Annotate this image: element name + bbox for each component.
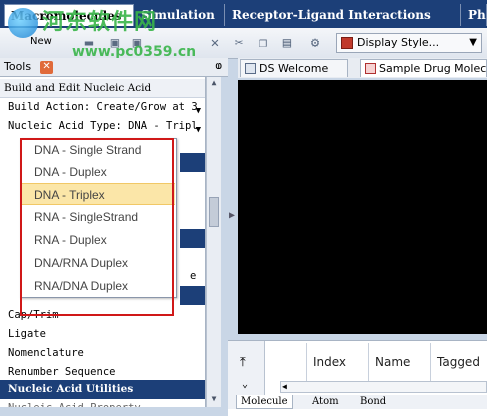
nucleic-acid-type-label: Nucleic Acid Type: DNA - Tripl: [8, 120, 198, 132]
collapse-top-icon[interactable]: ⤒: [240, 355, 246, 370]
tab-molecule[interactable]: Molecule: [236, 395, 293, 409]
display-style-button[interactable]: Display Style... ▼: [336, 33, 482, 53]
tools-tab-label: Tools: [4, 60, 32, 73]
chevron-down-icon[interactable]: ▼: [196, 121, 201, 140]
tab-bond[interactable]: Bond: [356, 395, 390, 409]
hidden-section-bar-3: [180, 286, 205, 305]
tab-ds-welcome-label: DS Welcome: [259, 62, 329, 75]
section-nucleic-acid-utilities[interactable]: Nucleic Acid Utilities: [0, 380, 205, 399]
table-controls: ⤒ ⌄: [228, 341, 265, 399]
hidden-section-bar-2: [180, 229, 205, 248]
tools-tab[interactable]: Tools ✕: [4, 59, 54, 75]
display-style-label: Display Style...: [357, 36, 440, 49]
option-rna-dna-duplex[interactable]: RNA/DNA Duplex: [22, 275, 175, 297]
new-button-label[interactable]: New: [30, 36, 52, 47]
data-table-panel: ⤒ ⌄ Index Name Tagged ◀ Molecule Atom Bo…: [228, 340, 487, 416]
table-hscrollbar[interactable]: ◀: [280, 381, 487, 393]
tools-panel-header: Tools ✕ ⱷ: [0, 58, 228, 77]
tab-sample-drug-molecule-label: Sample Drug Molecu: [379, 62, 487, 75]
tab-receptor-ligand[interactable]: Receptor-Ligand Interactions: [226, 4, 461, 26]
chevron-down-icon: ▼: [469, 37, 477, 48]
column-header-name[interactable]: Name: [368, 343, 430, 381]
paste-icon[interactable]: ▤: [278, 34, 296, 52]
option-dna-rna-duplex[interactable]: DNA/RNA Duplex: [22, 252, 175, 274]
option-dna-duplex[interactable]: DNA - Duplex: [22, 161, 175, 183]
partial-item: e: [190, 270, 197, 282]
build-action-row[interactable]: Build Action: Create/Grow at 3 ▼: [0, 98, 205, 117]
molecule-viewer[interactable]: [238, 80, 487, 334]
tool-item-partial[interactable]: Nucleic Acid Property: [0, 399, 205, 407]
tab-pharmacophores[interactable]: Pha: [462, 4, 487, 26]
collapse-panel-icon[interactable]: ▶: [229, 210, 235, 221]
settings-icon[interactable]: ⚙: [306, 34, 324, 52]
tool-item-nomenclature[interactable]: Nomenclature: [0, 344, 205, 363]
expand-down-icon[interactable]: ⌄: [242, 379, 248, 390]
tab-atom[interactable]: Atom: [308, 395, 343, 409]
cut-icon[interactable]: ✂: [230, 34, 248, 52]
pin-icon[interactable]: ⱷ: [215, 59, 222, 72]
hidden-section-bar-1: [180, 153, 205, 172]
watermark-logo: [8, 8, 38, 38]
tools-scrollbar[interactable]: ▲ ▼: [206, 77, 221, 407]
scroll-up-icon[interactable]: ▲: [208, 78, 220, 90]
tool-item-cap-trim[interactable]: Cap/Trim: [0, 306, 205, 325]
nucleic-acid-type-dropdown: DNA - Single Strand DNA - Duplex DNA - T…: [20, 138, 177, 298]
nucleic-acid-type-row[interactable]: Nucleic Acid Type: DNA - Tripl ▼: [0, 117, 205, 136]
welcome-icon: [245, 63, 256, 74]
tab-ds-welcome[interactable]: DS Welcome: [240, 59, 348, 77]
column-header-tagged[interactable]: Tagged: [430, 343, 487, 381]
copy-icon[interactable]: ❐: [254, 34, 272, 52]
delete-icon[interactable]: ✕: [206, 34, 224, 52]
option-dna-triplex[interactable]: DNA - Triplex: [22, 183, 175, 205]
tool-item-ligate[interactable]: Ligate: [0, 325, 205, 344]
option-rna-singlestrand[interactable]: RNA - SingleStrand: [22, 206, 175, 228]
column-header-index[interactable]: Index: [306, 343, 368, 381]
molecule-icon: [365, 63, 376, 74]
watermark-text: 河东软件网: [42, 10, 158, 35]
document-tabbar: DS Welcome Sample Drug Molecu: [238, 58, 487, 78]
table-bottom-tabs: Molecule Atom Bond: [228, 395, 487, 409]
option-rna-duplex[interactable]: RNA - Duplex: [22, 229, 175, 251]
close-icon[interactable]: ✕: [40, 61, 54, 74]
section-build-edit-nucleic-acid[interactable]: Build and Edit Nucleic Acid: [0, 79, 205, 98]
tab-sample-drug-molecule[interactable]: Sample Drug Molecu: [360, 59, 487, 77]
scroll-left-icon[interactable]: ◀: [282, 382, 287, 391]
option-dna-single-strand[interactable]: DNA - Single Strand: [22, 139, 175, 161]
scroll-down-icon[interactable]: ▼: [208, 394, 220, 406]
scroll-thumb[interactable]: [209, 197, 219, 227]
build-action-label: Build Action: Create/Grow at 3: [8, 101, 198, 113]
display-style-icon: [341, 37, 353, 49]
